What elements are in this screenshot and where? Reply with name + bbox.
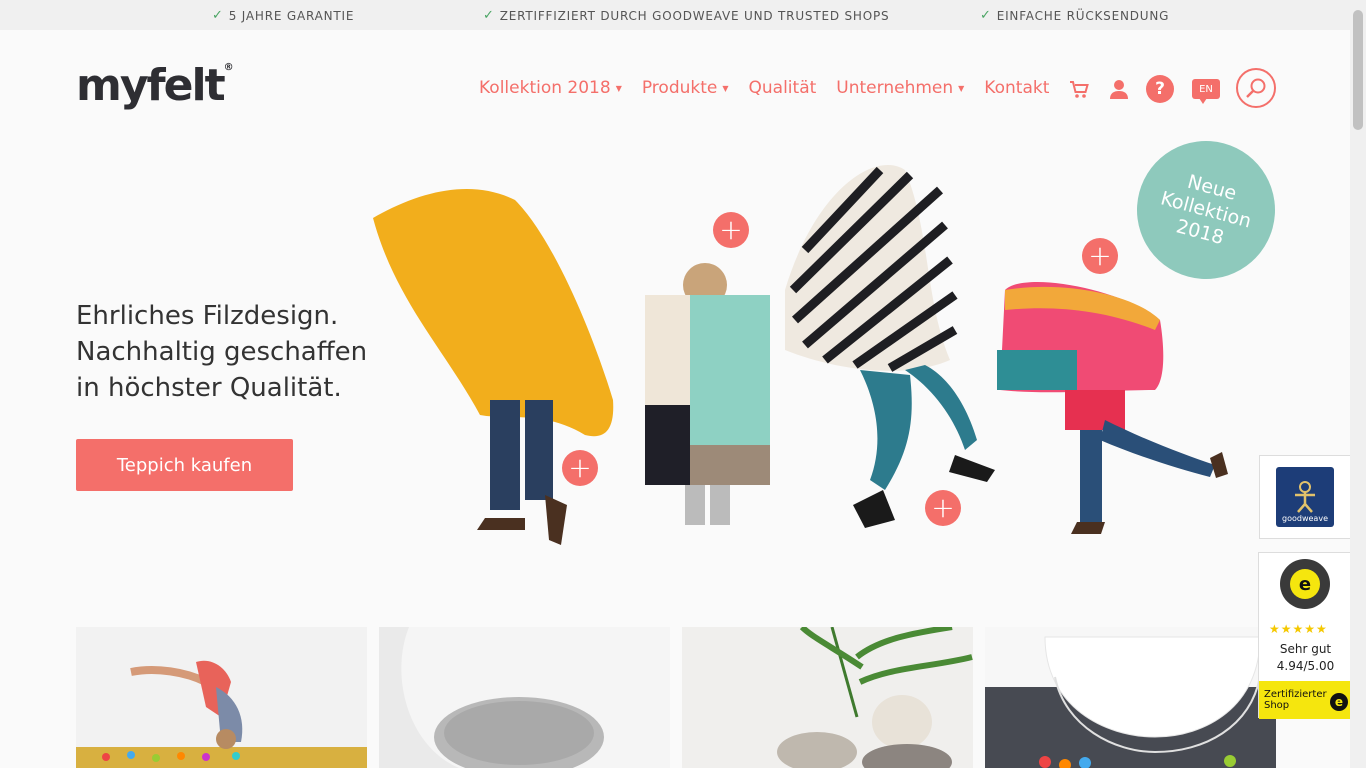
goodweave-label: goodweave	[1282, 514, 1328, 523]
nav-label: Unternehmen	[836, 78, 954, 98]
nav-item-collection[interactable]: Kollektion 2018 ▼	[479, 78, 622, 98]
usp-bar: ✓ 5 JAHRE GARANTIE ✓ ZERTIFFIZIERT DURCH…	[0, 0, 1350, 30]
nav-label: Qualität	[748, 78, 817, 98]
rating-stars: ★★★★★	[1269, 622, 1328, 636]
nav-label: Kollektion 2018	[479, 78, 611, 98]
product-tile-stones[interactable]	[682, 627, 973, 768]
certified-shop-label: Zertifizierter Shop	[1264, 689, 1327, 711]
trusted-shops-seal-icon: e	[1280, 559, 1330, 609]
nav-item-company[interactable]: Unternehmen ▼	[836, 78, 964, 98]
help-label: ?	[1155, 79, 1165, 99]
product-tile-seat-cushion[interactable]	[379, 627, 670, 768]
rating-label: Sehr gut	[1279, 642, 1332, 656]
nav-item-contact[interactable]: Kontakt	[984, 78, 1049, 98]
child-handstand-image	[76, 660, 367, 768]
seat-cushion-image	[401, 627, 670, 768]
scrollbar-thumb[interactable]	[1353, 10, 1363, 130]
caret-down-icon: ▼	[958, 83, 965, 93]
hero-image	[373, 165, 1228, 545]
main-nav: Kollektion 2018 ▼ Produkte ▼ Qualität Unte…	[479, 76, 1069, 100]
hero-headline-line: in höchster Qualität.	[76, 373, 342, 403]
hero-headline-line: Ehrliches Filzdesign.	[76, 301, 339, 331]
scrollbar[interactable]	[1350, 0, 1366, 768]
striped-rug-figure	[785, 165, 995, 528]
certified-shop-footer: Zertifizierter Shop e	[1259, 681, 1352, 719]
user-icon[interactable]	[1109, 78, 1129, 100]
caret-down-icon: ▼	[722, 83, 729, 93]
felt-stones-image	[777, 627, 973, 768]
usp-item-guarantee: ✓ 5 JAHRE GARANTIE	[212, 8, 354, 23]
hotspot-plus-icon[interactable]: +	[1082, 238, 1118, 274]
goodweave-figure-icon	[1295, 481, 1315, 513]
logo-text: myfelt	[76, 60, 226, 111]
yellow-rug-figure	[373, 188, 614, 545]
pink-rug-figure	[997, 281, 1228, 534]
trusted-shops-e-icon: e	[1330, 693, 1348, 711]
search-icon	[1246, 78, 1266, 98]
nav-label: Produkte	[641, 78, 718, 98]
usp-label: 5 JAHRE GARANTIE	[228, 8, 355, 23]
goodweave-widget[interactable]: goodweave	[1259, 455, 1351, 539]
cart-icon[interactable]	[1069, 78, 1089, 100]
usp-item-certified: ✓ ZERTIFFIZIERT DURCH GOODWEAVE UND TRUS…	[483, 8, 889, 23]
nav-label: Kontakt	[984, 78, 1050, 98]
hotspot-plus-icon[interactable]: +	[562, 450, 598, 486]
usp-item-returns: ✓ EINFACHE RÜCKSENDUNG	[980, 8, 1169, 23]
trusted-shops-widget[interactable]: e ★★★★★ Sehr gut 4.94/5.00 Zertifizierte…	[1258, 552, 1352, 719]
hero-headline-line: Nachhaltig geschaffen	[76, 337, 368, 367]
hotspot-plus-icon[interactable]: +	[925, 490, 961, 526]
language-switch[interactable]: EN	[1192, 79, 1220, 104]
rating-score: 4.94/5.00	[1276, 659, 1335, 673]
usp-label: ZERTIFFIZIERT DURCH GOODWEAVE UND TRUSTE…	[499, 8, 890, 23]
nav-item-quality[interactable]: Qualität	[749, 78, 817, 98]
goodweave-logo: goodweave	[1276, 467, 1334, 527]
usp-label: EINFACHE RÜCKSENDUNG	[996, 8, 1170, 23]
product-tile-rug[interactable]	[76, 627, 367, 768]
check-icon: ✓	[212, 8, 224, 23]
product-tile-bowls[interactable]	[985, 627, 1276, 768]
caret-down-icon: ▼	[615, 83, 622, 93]
trusted-shops-e-icon: e	[1290, 569, 1320, 599]
logo[interactable]: myfelt ®	[76, 60, 234, 111]
check-icon: ✓	[483, 8, 495, 23]
check-icon: ✓	[980, 8, 992, 23]
nav-item-products[interactable]: Produkte ▼	[642, 78, 729, 98]
hero-headline: Ehrliches Filzdesign. Nachhaltig geschaf…	[76, 298, 367, 406]
buy-rug-button[interactable]: Teppich kaufen	[76, 439, 293, 491]
language-label: EN	[1199, 83, 1213, 95]
colorblock-rug-figure	[645, 263, 770, 525]
registered-mark: ®	[223, 62, 234, 73]
hotspot-plus-icon[interactable]: +	[713, 212, 749, 248]
help-icon[interactable]: ?	[1146, 75, 1174, 103]
search-button[interactable]	[1236, 68, 1276, 108]
bowls-image	[985, 636, 1276, 768]
